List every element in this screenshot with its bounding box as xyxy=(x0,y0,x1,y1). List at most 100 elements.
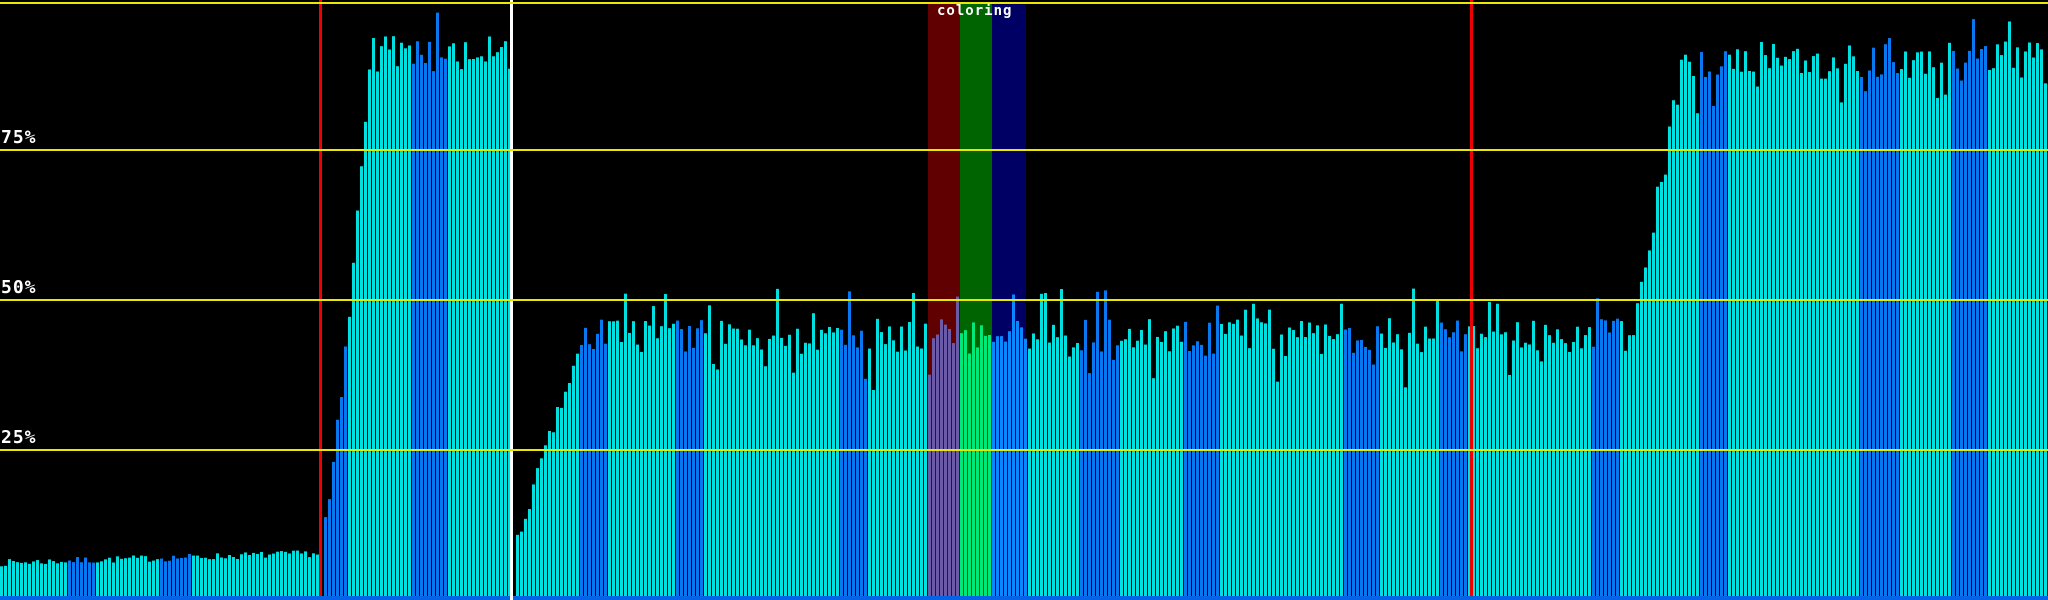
bar xyxy=(592,348,595,600)
bar xyxy=(504,41,507,600)
bar xyxy=(1296,337,1299,600)
bar xyxy=(1996,44,1999,600)
bar xyxy=(340,397,343,600)
bar xyxy=(240,554,243,600)
bar xyxy=(352,262,355,600)
bar xyxy=(492,56,495,600)
bar xyxy=(1704,76,1707,600)
bar xyxy=(1008,331,1011,600)
bar xyxy=(1076,343,1079,600)
bar xyxy=(1112,359,1115,600)
bar xyxy=(924,323,927,600)
bar xyxy=(124,558,127,600)
bar xyxy=(1268,309,1271,600)
bar xyxy=(480,56,483,600)
bar xyxy=(1816,53,1819,600)
bar xyxy=(680,329,683,600)
bar xyxy=(628,332,631,600)
bar xyxy=(612,321,615,600)
bar xyxy=(1640,281,1643,600)
bar xyxy=(1036,339,1039,600)
bar xyxy=(168,560,171,600)
bar xyxy=(1916,52,1919,600)
bar xyxy=(1808,72,1811,600)
bar xyxy=(604,343,607,600)
bar xyxy=(1696,113,1699,600)
bar xyxy=(1880,74,1883,600)
bar xyxy=(180,557,183,600)
bar xyxy=(1156,336,1159,600)
bar xyxy=(1724,51,1727,600)
bar xyxy=(1176,325,1179,600)
bar xyxy=(48,559,51,600)
bar xyxy=(1088,373,1091,600)
bar xyxy=(1528,344,1531,600)
bar xyxy=(668,328,671,600)
bar xyxy=(856,347,859,600)
bar xyxy=(1960,80,1963,600)
bar xyxy=(740,339,743,600)
bar xyxy=(516,534,519,600)
bar xyxy=(596,333,599,600)
bar xyxy=(1848,45,1851,600)
bar xyxy=(756,338,759,600)
bar xyxy=(1620,321,1623,600)
bar xyxy=(584,327,587,600)
bar xyxy=(552,432,555,600)
bar xyxy=(1256,318,1259,600)
bar xyxy=(324,517,327,600)
bar xyxy=(1000,336,1003,600)
bar xyxy=(100,561,103,600)
bar xyxy=(40,563,43,600)
bar xyxy=(1060,289,1063,600)
bar xyxy=(1948,42,1951,600)
bar xyxy=(1692,75,1695,600)
bar xyxy=(1404,387,1407,600)
bar xyxy=(112,562,115,600)
bar xyxy=(420,54,423,600)
bar xyxy=(1340,303,1343,600)
bar xyxy=(572,365,575,600)
bar xyxy=(1044,293,1047,600)
bar xyxy=(632,321,635,600)
bar xyxy=(208,559,211,600)
bar xyxy=(1952,50,1955,600)
bar xyxy=(912,292,915,600)
bar xyxy=(1784,56,1787,600)
bar xyxy=(1484,337,1487,600)
bar xyxy=(332,461,335,600)
bar xyxy=(532,484,535,600)
bar xyxy=(580,344,583,600)
bar xyxy=(932,338,935,600)
bar xyxy=(2008,21,2011,600)
bar xyxy=(828,326,831,600)
bar xyxy=(560,407,563,600)
bar xyxy=(1316,325,1319,600)
bottom-blue-strip xyxy=(0,596,2048,600)
bar xyxy=(1672,100,1675,600)
bar xyxy=(260,551,263,600)
bar xyxy=(1492,331,1495,600)
bar xyxy=(472,58,475,600)
bar xyxy=(0,566,3,600)
bar xyxy=(1660,181,1663,600)
bar xyxy=(484,61,487,600)
bar xyxy=(1188,351,1191,600)
bar xyxy=(1012,294,1015,600)
bar xyxy=(1140,329,1143,600)
bar xyxy=(1412,288,1415,600)
bar xyxy=(32,561,35,600)
bar xyxy=(328,499,331,600)
bar xyxy=(840,329,843,600)
bar xyxy=(1180,341,1183,600)
bar xyxy=(464,42,467,600)
bar xyxy=(1544,324,1547,600)
bar xyxy=(396,66,399,600)
bar xyxy=(744,345,747,600)
bar xyxy=(220,557,223,600)
bar xyxy=(976,347,979,600)
bar xyxy=(1420,352,1423,600)
bar xyxy=(1928,51,1931,600)
bar xyxy=(896,351,899,600)
bar xyxy=(1332,339,1335,600)
